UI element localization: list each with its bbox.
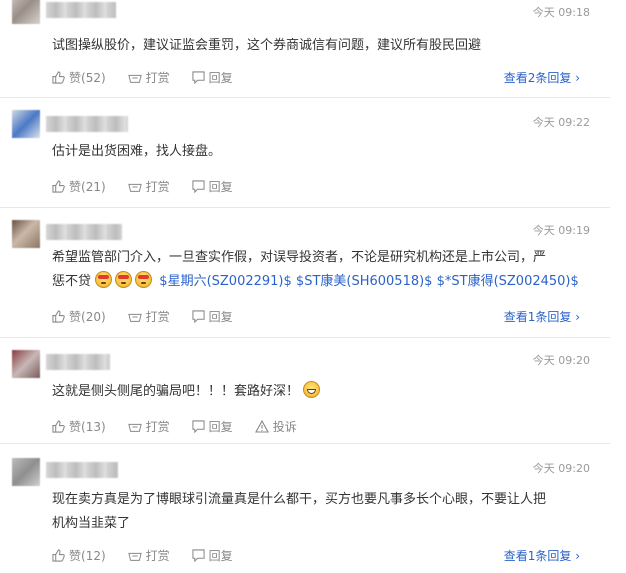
username[interactable] [46, 462, 118, 478]
reward-label: 打赏 [145, 71, 170, 85]
thumbs-up-icon [52, 180, 65, 193]
stock-link[interactable]: $星期六(SZ002291)$ [159, 274, 291, 289]
like-label: 赞 [69, 549, 82, 563]
comment-time: 今天 09:18 [532, 6, 590, 19]
comment-text: 这就是侧头侧尾的骗局吧！！！套路好深！ [52, 380, 590, 404]
like-button[interactable]: 赞 (20) [52, 308, 106, 325]
thumbs-up-icon [52, 310, 65, 323]
comment-time: 今天 09:20 [532, 462, 590, 475]
reply-button[interactable]: 回复 [192, 308, 233, 325]
thumbs-up-icon [52, 420, 65, 433]
like-label: 赞 [69, 180, 82, 194]
avatar[interactable] [12, 110, 40, 138]
stock-link[interactable]: $*ST康得(SZ002450)$ [437, 274, 579, 289]
reply-button[interactable]: 回复 [192, 178, 233, 195]
stock-link[interactable]: $ST康美(SH600518)$ [296, 274, 433, 289]
reply-label: 回复 [208, 71, 233, 85]
comment-text: 估计是出货困难，找人接盘。 [52, 144, 222, 159]
angry-emoji-icon [115, 271, 133, 288]
comment-text: 试图操纵股价，建议证监会重罚，这个券商诚信有问题，建议所有股民回避 [52, 38, 482, 53]
comment-actions: 赞 (52) 打赏 回复 [52, 69, 255, 86]
reward-button[interactable]: 打赏 [127, 178, 170, 195]
angry-emoji-icon [135, 271, 153, 288]
reward-button[interactable]: 打赏 [127, 69, 170, 86]
comment-text-line: 惩不贷 $星期六(SZ002291)$ $ST康美(SH600518)$ $*S… [52, 270, 590, 294]
comment-text: 现在卖方真是为了博眼球引流量真是什么都干，买方也要凡事多长个心眼，不要让人把 机… [52, 488, 590, 536]
thumbs-up-icon [52, 549, 65, 562]
comment-item: 今天 09:20 现在卖方真是为了博眼球引流量真是什么都干，买方也要凡事多长个心… [0, 444, 610, 573]
like-count: (21) [81, 179, 106, 194]
view-replies-link[interactable]: 查看1条回复 › [504, 547, 580, 564]
avatar[interactable] [12, 458, 40, 486]
like-label: 赞 [69, 420, 82, 434]
reward-label: 打赏 [145, 180, 170, 194]
comment-actions: 赞 (20) 打赏 回复 [52, 308, 255, 325]
reply-icon [192, 180, 205, 193]
reply-icon [192, 310, 205, 323]
reply-label: 回复 [208, 549, 233, 563]
comment-item: 今天 09:19 希望监管部门介入，一旦查实作假，对误导投资者，不论是研究机构还… [0, 208, 610, 338]
reward-label: 打赏 [145, 420, 170, 434]
reply-button[interactable]: 回复 [192, 69, 233, 86]
warning-icon [254, 420, 269, 433]
reward-button[interactable]: 打赏 [127, 547, 170, 564]
thumbs-up-icon [52, 71, 65, 84]
reply-icon [192, 420, 205, 433]
reward-icon [127, 423, 142, 432]
comment-time: 今天 09:19 [532, 224, 590, 237]
reward-icon [127, 183, 142, 192]
comment-text-segment: 这就是侧头侧尾的骗局吧！！！套路好深！ [52, 384, 300, 399]
comment-text-line: 机构当韭菜了 [52, 516, 131, 531]
view-replies-link[interactable]: 查看2条回复 › [504, 69, 580, 86]
username[interactable] [46, 354, 110, 370]
reply-icon [192, 71, 205, 84]
like-count: (13) [81, 419, 106, 434]
comment-text: 希望监管部门介入，一旦查实作假，对误导投资者，不论是研究机构还是上市公司，严 惩… [52, 246, 590, 294]
comment-text-segment: 惩不贷 [52, 274, 92, 289]
like-button[interactable]: 赞 (21) [52, 178, 106, 195]
comment-time: 今天 09:20 [532, 354, 590, 367]
like-label: 赞 [69, 310, 82, 324]
username[interactable] [46, 116, 128, 132]
like-count: (52) [81, 70, 106, 85]
like-count: (20) [81, 309, 106, 324]
reward-icon [127, 552, 142, 561]
reward-icon [127, 74, 142, 83]
comment-item: 今天 09:22 估计是出货困难，找人接盘。 赞 (21) 打赏 回复 [0, 98, 610, 208]
avatar[interactable] [12, 0, 40, 24]
reply-button[interactable]: 回复 [192, 418, 233, 435]
reward-icon [127, 313, 142, 322]
like-label: 赞 [69, 71, 82, 85]
reply-label: 回复 [208, 310, 233, 324]
view-replies-link[interactable]: 查看1条回复 › [504, 308, 580, 325]
reply-icon [192, 549, 205, 562]
like-button[interactable]: 赞 (13) [52, 418, 106, 435]
reward-button[interactable]: 打赏 [127, 418, 170, 435]
report-label: 投诉 [272, 420, 297, 434]
comment-item: 今天 09:20 这就是侧头侧尾的骗局吧！！！套路好深！ 赞 (13) 打赏 回复… [0, 338, 610, 444]
comment-time: 今天 09:22 [532, 116, 590, 129]
reward-label: 打赏 [145, 549, 170, 563]
angry-emoji-icon [95, 271, 113, 288]
comment-actions: 赞 (13) 打赏 回复 投诉 [52, 418, 319, 435]
like-button[interactable]: 赞 (12) [52, 547, 106, 564]
avatar[interactable] [12, 350, 40, 378]
report-button[interactable]: 投诉 [254, 418, 297, 435]
like-button[interactable]: 赞 (52) [52, 69, 106, 86]
laughing-emoji-icon [303, 381, 321, 398]
reply-label: 回复 [208, 420, 233, 434]
like-count: (12) [81, 548, 106, 563]
username[interactable] [46, 2, 116, 18]
reward-button[interactable]: 打赏 [127, 308, 170, 325]
comment-item: 今天 09:18 试图操纵股价，建议证监会重罚，这个券商诚信有问题，建议所有股民… [0, 0, 610, 98]
comment-actions: 赞 (12) 打赏 回复 [52, 547, 255, 564]
username[interactable] [46, 224, 122, 240]
comment-text-line: 现在卖方真是为了博眼球引流量真是什么都干，买方也要凡事多长个心眼，不要让人把 [52, 492, 547, 507]
reward-label: 打赏 [145, 310, 170, 324]
reply-button[interactable]: 回复 [192, 547, 233, 564]
comment-actions: 赞 (21) 打赏 回复 [52, 178, 255, 195]
avatar[interactable] [12, 220, 40, 248]
comment-text-line: 希望监管部门介入，一旦查实作假，对误导投资者，不论是研究机构还是上市公司，严 [52, 250, 547, 265]
reply-label: 回复 [208, 180, 233, 194]
